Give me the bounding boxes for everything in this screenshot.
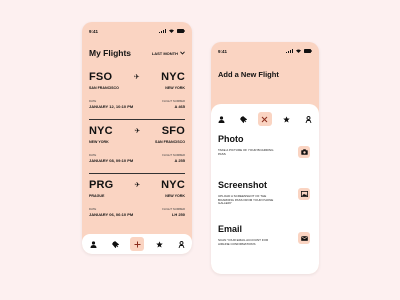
profile-icon	[305, 115, 312, 123]
filter-dropdown[interactable]: LAST MONTH	[152, 51, 185, 56]
flight-list: FSO ✈ NYC SAN FRANCISCO NEW YORK DATE FL…	[89, 66, 185, 228]
upload-screenshot-button[interactable]	[298, 188, 310, 200]
close-button[interactable]	[257, 112, 272, 126]
status-icons	[286, 49, 312, 53]
destination-code: NYC	[161, 71, 185, 83]
origin-code: NYC	[89, 125, 113, 137]
airplane-icon: ✈	[134, 128, 141, 135]
bottom-tab-bar	[82, 234, 192, 254]
wifi-icon	[169, 29, 174, 33]
destination-code: SFO	[161, 125, 185, 137]
my-flights-screen: 9:41 My Flights LAST MONTH FSO ✈ NYC SAN…	[82, 22, 192, 254]
take-photo-button[interactable]	[298, 146, 310, 158]
battery-icon	[304, 49, 312, 53]
flight-number-label: FLIGHT NUMBER	[162, 153, 185, 157]
page-title: Add a New Flight	[218, 70, 279, 79]
plus-icon	[134, 241, 140, 247]
destination-city: SAN FRANCISCO	[155, 140, 185, 144]
origin-code: FSO	[89, 71, 113, 83]
status-time: 9:41	[218, 48, 228, 54]
flight-number: A 255	[174, 158, 185, 163]
tab-account[interactable]	[215, 112, 229, 126]
flight-number-label: FLIGHT NUMBER	[162, 99, 185, 103]
option-description: TAKE A PICTURE OF YOUR BOARDING PASS	[218, 148, 274, 156]
airplane-icon: ✈	[133, 74, 140, 81]
user-icon	[218, 115, 225, 123]
flight-card[interactable]: PRG ✈ NYC PRAGUE NEW YORK DATE FLIGHT NU…	[89, 174, 185, 228]
add-flight-screen: 9:41 Add a New Flight Photo TAKE A PICTU…	[211, 42, 319, 274]
tab-account[interactable]	[86, 237, 100, 251]
tab-favorites[interactable]	[152, 237, 166, 251]
camera-icon	[300, 149, 308, 155]
battery-icon	[177, 29, 185, 33]
mail-icon	[300, 235, 308, 241]
chevron-down-icon	[180, 51, 185, 55]
status-time: 9:41	[89, 28, 99, 34]
status-icons	[159, 29, 185, 33]
status-bar: 9:41	[211, 42, 319, 60]
destination-city: NEW YORK	[165, 86, 185, 90]
flight-number: A 465	[174, 104, 185, 109]
airplane-icon: ✈	[134, 182, 141, 189]
option-screenshot: Screenshot UPLOAD A SCREENSHOT OF THE BO…	[218, 180, 312, 206]
tab-flights[interactable]	[108, 237, 122, 251]
image-icon	[300, 191, 308, 197]
origin-code: PRG	[89, 179, 114, 191]
destination-city: NEW YORK	[165, 194, 185, 198]
close-icon	[262, 116, 268, 122]
flight-date: JANUARY 06, 06:10 PM	[89, 212, 134, 217]
add-flight-panel: Photo TAKE A PICTURE OF YOUR BOARDING PA…	[211, 104, 319, 274]
destination-code: NYC	[161, 179, 185, 191]
tab-profile[interactable]	[174, 237, 188, 251]
wifi-icon	[296, 49, 301, 53]
signal-icon	[159, 29, 166, 33]
tab-flights[interactable]	[236, 112, 250, 126]
page-header: My Flights LAST MONTH	[89, 48, 185, 58]
flight-number: LH 250	[171, 212, 185, 217]
flight-card[interactable]: NYC ✈ SFO NEW YORK SAN FRANCISCO DATE FL…	[89, 120, 185, 174]
profile-icon	[178, 240, 184, 248]
star-icon	[283, 115, 290, 123]
option-title: Photo	[218, 134, 244, 144]
option-photo: Photo TAKE A PICTURE OF YOUR BOARDING PA…	[218, 134, 312, 158]
star-icon	[155, 240, 163, 248]
tab-favorites[interactable]	[280, 112, 294, 126]
flight-icon	[239, 115, 247, 123]
signal-icon	[286, 49, 293, 53]
origin-city: NEW YORK	[89, 140, 109, 144]
status-bar: 9:41	[82, 22, 192, 40]
flight-card[interactable]: FSO ✈ NYC SAN FRANCISCO NEW YORK DATE FL…	[89, 66, 185, 120]
page-title: My Flights	[89, 48, 132, 58]
flight-icon	[111, 240, 119, 248]
scan-email-button[interactable]	[298, 232, 310, 244]
option-email: Email SCAN YOUR EMAIL ACCOUNT FOR AIRLIN…	[218, 224, 312, 246]
flight-date: JANUARY 12, 10:10 PM	[89, 104, 134, 109]
origin-city: SAN FRANCISCO	[89, 86, 119, 90]
origin-city: PRAGUE	[89, 194, 105, 198]
flight-date: JANUARY 08, 09:10 PM	[89, 158, 134, 163]
flight-number-label: FLIGHT NUMBER	[162, 207, 185, 211]
tab-add-flight[interactable]	[130, 237, 144, 251]
option-description: UPLOAD A SCREENSHOT OF THE BOARDING PASS…	[218, 194, 274, 206]
date-label: DATE	[89, 207, 97, 211]
date-label: DATE	[89, 153, 97, 157]
user-icon	[90, 240, 96, 248]
option-description: SCAN YOUR EMAIL ACCOUNT FOR AIRLINE CONF…	[218, 238, 269, 246]
tab-profile[interactable]	[301, 112, 315, 126]
date-label: DATE	[89, 99, 97, 103]
panel-tab-bar	[211, 112, 319, 126]
filter-label: LAST MONTH	[151, 50, 178, 56]
